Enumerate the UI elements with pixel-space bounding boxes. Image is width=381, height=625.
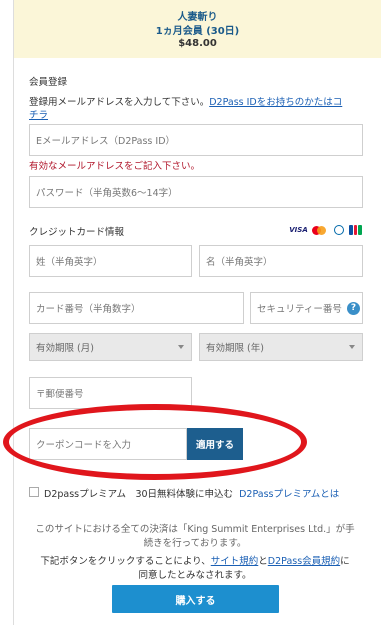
terms-line1: 下記ボタンをクリックすることにより、サイト規約とD2Pass会員規約に <box>20 555 370 569</box>
premium-label-line: D2passプレミアム 30日無料体験に申込む D2Passプレミアムとは <box>44 486 339 500</box>
card-number-placeholder: カード番号（半角数字） <box>36 304 141 315</box>
last-name-placeholder: 姓（半角英字） <box>36 257 103 268</box>
plan-price: $48.00 <box>178 38 217 49</box>
terms-suffix: に <box>340 556 350 567</box>
registration-instruction-line: 登録用メールアドレスを入力して下さい。D2Pass IDをお持ちのかたはコ <box>29 94 342 108</box>
expiry-month-value: 有効期限 (月) <box>36 343 94 354</box>
checkout-page: 人妻斬り 1ヵ月会員 (30日) $48.00 会員登録 登録用メールアドレスを… <box>0 0 381 625</box>
expiry-month-select[interactable]: 有効期限 (月) <box>29 333 192 361</box>
password-placeholder: パスワード（半角英数6～14字） <box>36 188 178 199</box>
chevron-down-icon <box>178 345 184 349</box>
terms-and: と <box>258 556 268 567</box>
card-number-field[interactable]: カード番号（半角数字） <box>29 292 244 324</box>
terms-notice: 下記ボタンをクリックすることにより、サイト規約とD2Pass会員規約に 同意した… <box>20 555 370 583</box>
expiry-year-select[interactable]: 有効期限 (年) <box>199 333 363 361</box>
email-error-message: 有効なメールアドレスをご記入下さい。 <box>29 161 201 172</box>
payment-notice-line2: 続きを行っております。 <box>143 538 247 549</box>
d2pass-login-link[interactable]: D2Pass IDをお持ちのかたはコ <box>209 97 342 108</box>
expiry-year-value: 有効期限 (年) <box>206 343 264 354</box>
left-border <box>13 0 14 625</box>
first-name-field[interactable]: 名（半角英字） <box>199 245 363 277</box>
annotation-ellipse <box>3 404 307 480</box>
security-code-field[interactable]: セキュリティー番号 ? <box>250 292 363 324</box>
card-brands: VISA <box>289 225 363 235</box>
premium-checkbox[interactable] <box>29 487 39 497</box>
premium-checkbox-label: D2passプレミアム 30日無料体験に申込む <box>44 489 234 500</box>
diners-icon <box>332 225 345 235</box>
payment-notice-line1: このサイトにおける全ての決済は「King Summit Enterprises … <box>35 524 355 535</box>
plan-summary-header: 人妻斬り 1ヵ月会員 (30日) $48.00 <box>14 0 381 58</box>
terms-prefix: 下記ボタンをクリックすることにより、 <box>40 556 211 567</box>
d2pass-login-link-cont: チラ <box>29 107 48 121</box>
payment-notice: このサイトにおける全ての決済は「King Summit Enterprises … <box>20 523 370 551</box>
chevron-down-icon <box>349 345 355 349</box>
purchase-button[interactable]: 購入する <box>112 585 279 613</box>
last-name-field[interactable]: 姓（半角英字） <box>29 245 192 277</box>
registration-section-label: 会員登録 <box>29 77 68 88</box>
terms-line2: 同意したとみなされます。 <box>138 570 252 581</box>
credit-card-section-label: クレジットカード情報 <box>29 227 125 238</box>
security-code-placeholder: セキュリティー番号 <box>257 304 342 315</box>
visa-icon: VISA <box>289 226 308 234</box>
email-field[interactable]: Eメールアドレス（D2Pass ID） <box>29 124 363 156</box>
help-icon[interactable]: ? <box>347 302 360 315</box>
password-field[interactable]: パスワード（半角英数6～14字） <box>29 176 363 208</box>
site-title: 人妻斬り <box>177 12 218 23</box>
site-terms-link[interactable]: サイト規約 <box>211 556 259 567</box>
premium-info-link[interactable]: D2Passプレミアムとは <box>239 489 339 500</box>
postal-code-placeholder: 〒郵便番号 <box>36 389 84 400</box>
jcb-icon <box>349 225 363 235</box>
mastercard-icon <box>311 225 328 235</box>
plan-name: 1ヵ月会員 (30日) <box>155 26 240 37</box>
registration-instruction: 登録用メールアドレスを入力して下さい。 <box>29 97 210 108</box>
d2pass-terms-link[interactable]: D2Pass会員規約 <box>268 556 340 567</box>
email-placeholder: Eメールアドレス（D2Pass ID） <box>36 136 176 147</box>
first-name-placeholder: 名（半角英字） <box>206 257 273 268</box>
d2pass-login-link-continued[interactable]: チラ <box>29 110 48 121</box>
